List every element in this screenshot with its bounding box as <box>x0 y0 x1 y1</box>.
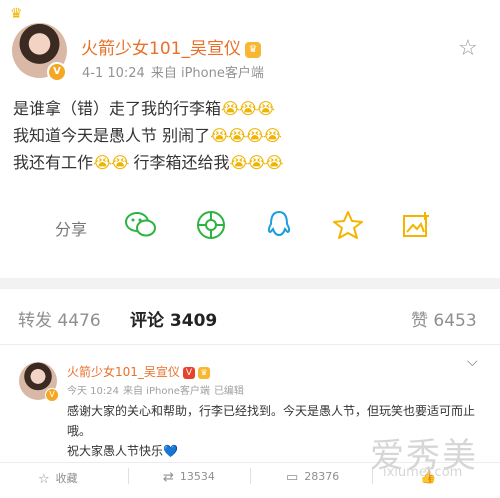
post-line-text: 是谁拿（错）走了我的行李箱 <box>13 99 222 118</box>
comment-icon: ▭ <box>286 470 299 485</box>
fan-badge-icon: ♛ <box>244 42 261 58</box>
fan-badge-icon: ♛ <box>197 367 210 379</box>
post-line-1: 是谁拿（错）走了我的行李箱😭😭😭 <box>13 95 283 122</box>
tab-likes[interactable]: 赞 6453 <box>411 306 477 331</box>
tab-repost[interactable]: 转发 4476 <box>18 306 101 331</box>
verified-v-icon: V <box>182 367 195 379</box>
repost-button[interactable]: ⇄ 13534 <box>163 470 215 485</box>
tab-comments[interactable]: 评论 3409 <box>130 306 217 331</box>
crown-icon: ♛ <box>10 6 23 22</box>
post-author-name-text[interactable]: 火箭少女101_吴宣仪 <box>81 39 241 59</box>
watermark-url: ixiumei.com <box>383 465 463 480</box>
tab-divider <box>0 344 500 345</box>
verified-badge-icon: V <box>47 62 67 82</box>
repost-icon: ⇄ <box>163 470 174 485</box>
bookmark-icon: ☆ <box>38 472 50 487</box>
post-timestamp: 4-1 10:24 <box>82 66 145 81</box>
post-text: 是谁拿（错）走了我的行李箱😭😭😭 我知道今天是愚人节 别闹了😭😭😭😭 我还有工作… <box>13 95 284 176</box>
crying-emoji-icon: 😭😭 <box>93 153 129 172</box>
repost-count: 13534 <box>179 470 215 483</box>
bookmark-button[interactable]: ☆ 收藏 <box>38 470 78 487</box>
crying-emoji-icon: 😭😭😭😭 <box>210 126 282 145</box>
action-separator <box>128 468 129 484</box>
comment-author[interactable]: 火箭少女101_吴宣仪 V ♛ <box>67 363 210 380</box>
share-label: 分享 <box>55 220 88 239</box>
section-divider <box>0 278 500 289</box>
comment-author-name[interactable]: 火箭少女101_吴宣仪 <box>67 365 180 379</box>
comment-count: 28376 <box>304 470 340 483</box>
action-separator <box>250 468 251 484</box>
post-line-2: 我知道今天是愚人节 别闹了😭😭😭😭 <box>13 122 283 149</box>
comment-paragraph-text: 祝大家愚人节快乐 <box>67 444 164 458</box>
blue-heart-icon: 💙 <box>163 444 178 458</box>
bookmark-label: 收藏 <box>55 472 78 485</box>
save-image-icon[interactable] <box>399 208 433 242</box>
post-line-text: 我知道今天是愚人节 别闹了 <box>13 126 211 145</box>
wechat-icon[interactable] <box>124 208 158 242</box>
post-source: 来自 iPhone客户端 <box>150 66 264 81</box>
chevron-down-icon[interactable]: ⌵ <box>467 354 478 370</box>
crying-emoji-icon: 😭😭😭 <box>229 153 284 172</box>
verified-badge-icon: V <box>45 388 59 402</box>
comment-button[interactable]: ▭ 28376 <box>286 470 339 485</box>
post-line-text: 行李箱还给我 <box>128 153 230 172</box>
crying-emoji-icon: 😭😭😭 <box>221 99 275 118</box>
qzone-star-icon[interactable] <box>331 208 365 242</box>
comment-source: 来自 iPhone客户端 <box>123 386 210 397</box>
qq-icon[interactable] <box>262 208 296 242</box>
star-outline-icon[interactable]: ☆ <box>458 36 478 61</box>
post-author-name[interactable]: 火箭少女101_吴宣仪 ♛ <box>81 34 261 59</box>
comment-meta: 今天 10:24 来自 iPhone客户端 已编辑 <box>67 382 244 397</box>
comment-timestamp: 今天 10:24 <box>67 386 119 397</box>
post-line-text: 我还有工作 <box>13 153 94 172</box>
post-meta: 4-1 10:24 来自 iPhone客户端 <box>82 62 264 81</box>
post-line-3: 我还有工作😭😭 行李箱还给我😭😭😭 <box>13 149 284 176</box>
moments-icon[interactable] <box>194 208 228 242</box>
edited-label: 已编辑 <box>213 386 244 397</box>
